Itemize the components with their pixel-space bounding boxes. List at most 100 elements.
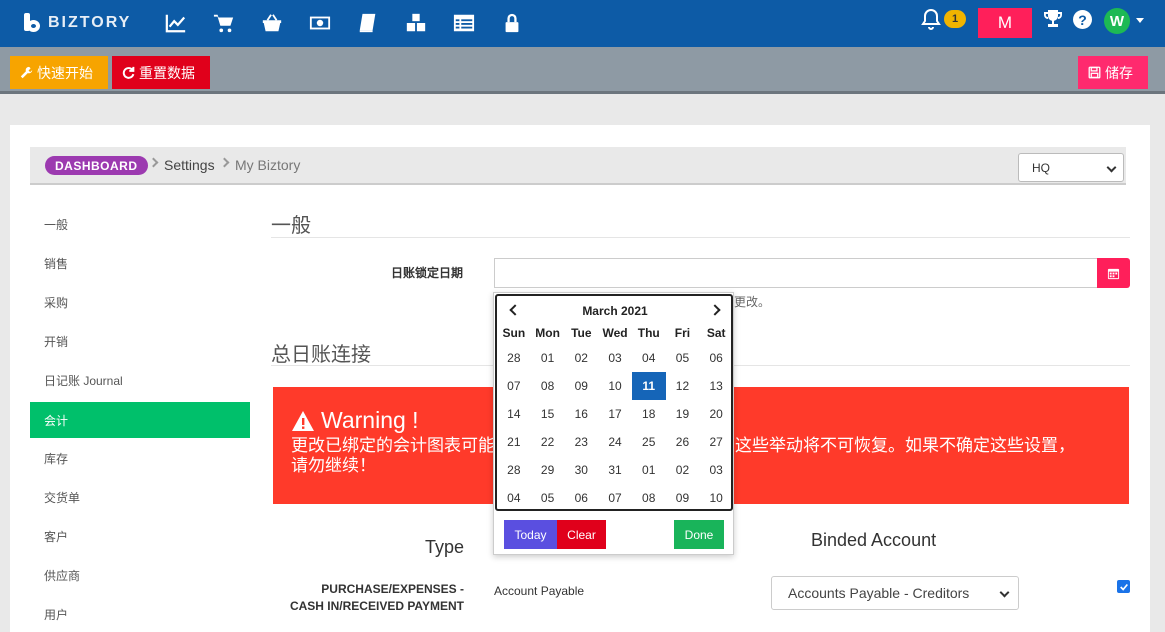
trophy-icon[interactable] — [1043, 9, 1063, 29]
warning-text-line2: 请勿继续！ — [291, 456, 376, 475]
calendar-icon[interactable] — [1097, 258, 1130, 288]
chevron-down-icon[interactable] — [1136, 18, 1144, 23]
clear-button[interactable]: Clear — [557, 520, 606, 549]
breadcrumb-dashboard[interactable]: DASHBOARD — [45, 156, 148, 175]
datepicker-day[interactable]: 09 — [564, 372, 598, 400]
datepicker-day[interactable]: 14 — [497, 400, 531, 428]
datepicker-day[interactable]: 01 — [632, 456, 666, 484]
datepicker-day[interactable]: 06 — [699, 344, 733, 372]
datepicker-day[interactable]: 27 — [699, 428, 733, 456]
datepicker-day[interactable]: 21 — [497, 428, 531, 456]
datepicker-day[interactable]: 04 — [632, 344, 666, 372]
reset-data-button[interactable]: 重置数据 — [112, 56, 210, 89]
mapping-row-type: Account Payable — [494, 584, 585, 598]
datepicker-day[interactable]: 03 — [598, 344, 632, 372]
sidebar-item-accounting[interactable]: 会计 — [30, 402, 250, 438]
column-header-binded-account: Binded Account — [811, 530, 937, 550]
sidebar-item-delivery-order[interactable]: 交货单 — [30, 478, 250, 517]
datepicker-day[interactable]: 07 — [497, 372, 531, 400]
binded-account-select[interactable]: Accounts Payable - Creditors — [771, 576, 1019, 610]
datepicker-day[interactable]: 08 — [531, 372, 565, 400]
lock-icon[interactable] — [488, 10, 536, 36]
weekday-label: Wed — [602, 326, 628, 340]
datepicker-day[interactable]: 10 — [598, 372, 632, 400]
datepicker-day[interactable]: 19 — [666, 400, 700, 428]
today-button[interactable]: Today — [504, 520, 557, 549]
datepicker-day[interactable]: 31 — [598, 456, 632, 484]
settings-sidebar: 一般 销售 采购 开销 日记账 Journal 会计 库存 交货单 客户 供应商… — [30, 205, 250, 632]
save-button[interactable]: 储存 — [1078, 56, 1148, 89]
datepicker-day[interactable]: 03 — [699, 456, 733, 484]
reset-data-label: 重置数据 — [139, 64, 195, 81]
datepicker-day[interactable]: 01 — [531, 344, 565, 372]
breadcrumb-current: My Biztory — [235, 157, 301, 173]
avatar[interactable]: W — [1104, 8, 1130, 34]
chevron-right-icon — [148, 157, 159, 168]
basket-icon[interactable] — [248, 10, 296, 36]
datepicker-day[interactable]: 29 — [531, 456, 565, 484]
datepicker-day[interactable]: 10 — [699, 484, 733, 512]
sidebar-item-customers[interactable]: 客户 — [30, 517, 250, 556]
breadcrumb-settings[interactable]: Settings — [164, 157, 215, 173]
datepicker-day[interactable]: 12 — [666, 372, 700, 400]
sidebar-item-purchase[interactable]: 采购 — [30, 283, 250, 322]
chart-line-icon[interactable] — [152, 10, 200, 36]
datepicker-day[interactable]: 18 — [632, 400, 666, 428]
weekday-label: Tue — [571, 326, 592, 340]
quick-start-button[interactable]: 快速开始 — [10, 56, 108, 89]
datepicker-day-selected[interactable]: 11 — [631, 372, 666, 400]
datepicker-day[interactable]: 05 — [531, 484, 565, 512]
done-button[interactable]: Done — [674, 520, 724, 549]
datepicker-day[interactable]: 17 — [598, 400, 632, 428]
sidebar-item-sales[interactable]: 销售 — [30, 244, 250, 283]
action-toolbar: 快速开始 重置数据 储存 — [0, 47, 1165, 94]
sidebar-item-inventory[interactable]: 库存 — [30, 439, 250, 478]
datepicker-day[interactable]: 04 — [497, 484, 531, 512]
datepicker-day[interactable]: 20 — [699, 400, 733, 428]
help-icon[interactable]: ? — [1073, 10, 1092, 29]
datepicker-day[interactable]: 09 — [666, 484, 700, 512]
datepicker-day[interactable]: 28 — [497, 456, 531, 484]
datepicker-month[interactable]: March 2021 — [497, 304, 733, 318]
book-icon[interactable] — [344, 10, 392, 36]
money-icon[interactable] — [296, 10, 344, 36]
datepicker-day[interactable]: 07 — [598, 484, 632, 512]
branch-select[interactable]: HQ — [1018, 153, 1124, 182]
datepicker-day[interactable]: 28 — [497, 344, 531, 372]
datepicker-day[interactable]: 13 — [699, 372, 733, 400]
datepicker-day[interactable]: 06 — [564, 484, 598, 512]
sidebar-item-expenses[interactable]: 开销 — [30, 322, 250, 361]
row-checkbox[interactable] — [1117, 580, 1130, 593]
datepicker-day[interactable]: 15 — [531, 400, 565, 428]
datepicker-day[interactable]: 22 — [531, 428, 565, 456]
module-icons — [152, 10, 536, 36]
datepicker-day[interactable]: 08 — [632, 484, 666, 512]
datepicker-day[interactable]: 02 — [666, 456, 700, 484]
section-title-general: 一般 — [271, 215, 311, 237]
datepicker-day[interactable]: 25 — [632, 428, 666, 456]
sidebar-item-users[interactable]: 用户 — [30, 595, 250, 632]
weekday-label: Sat — [706, 326, 726, 340]
logo-mark-icon — [22, 13, 42, 33]
lock-date-input[interactable] — [494, 258, 1098, 288]
datepicker-day[interactable]: 05 — [666, 344, 700, 372]
datepicker-day[interactable]: 02 — [564, 344, 598, 372]
wrench-icon — [20, 66, 33, 79]
divider — [271, 237, 1130, 238]
user-menu-button[interactable]: M — [978, 8, 1032, 38]
datepicker-day[interactable]: 24 — [598, 428, 632, 456]
datepicker-day[interactable]: 26 — [666, 428, 700, 456]
sidebar-item-general[interactable]: 一般 — [30, 205, 250, 244]
sidebar-item-suppliers[interactable]: 供应商 — [30, 556, 250, 595]
datepicker-day[interactable]: 30 — [564, 456, 598, 484]
datepicker-day[interactable]: 16 — [564, 400, 598, 428]
warning-text-left: 更改已绑定的会计图表可能 — [291, 436, 495, 455]
cubes-icon[interactable] — [392, 10, 440, 36]
brand-logo[interactable]: BIZTORY — [22, 11, 131, 35]
datepicker-calendar: March 2021 Sun Mon Tue Wed Thu Fri Sat 2… — [495, 294, 733, 511]
bell-icon[interactable] — [921, 8, 941, 30]
sidebar-item-journal[interactable]: 日记账 Journal — [30, 361, 250, 400]
cart-icon[interactable] — [200, 10, 248, 36]
datepicker-day[interactable]: 23 — [564, 428, 598, 456]
list-icon[interactable] — [440, 10, 488, 36]
